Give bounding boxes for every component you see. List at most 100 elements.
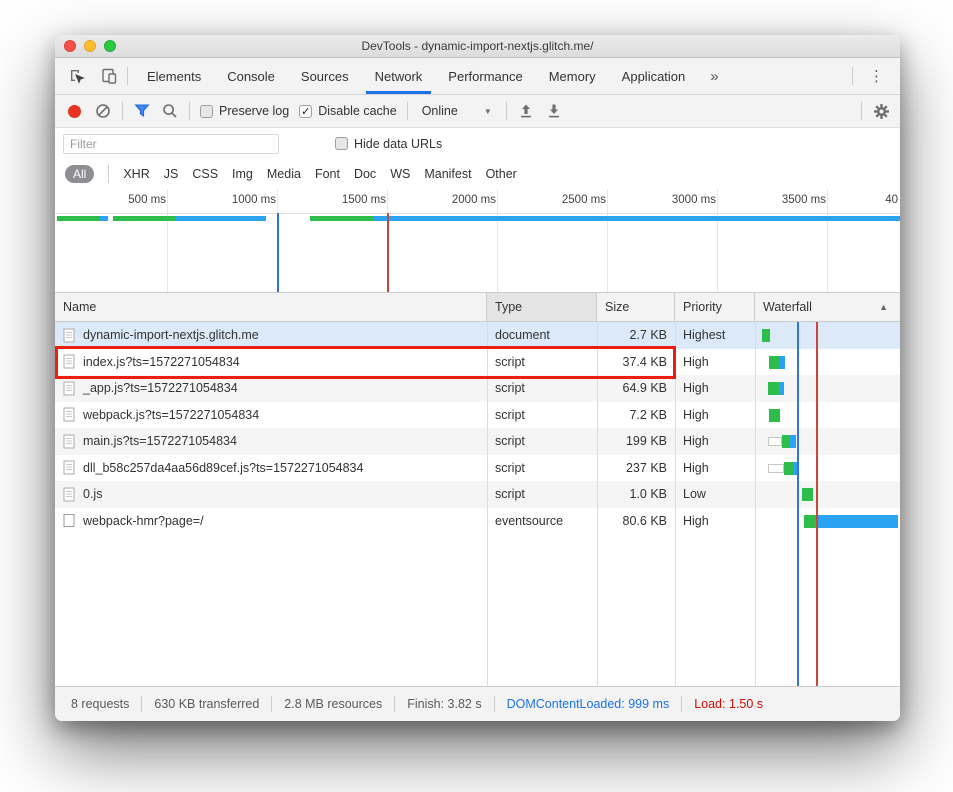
request-name: index.js?ts=1572271054834 [83,355,240,369]
divider [852,67,853,85]
document-icon [63,407,76,422]
filter-pill-img[interactable]: Img [232,167,253,181]
tab-console[interactable]: Console [214,58,288,94]
column-header-priority[interactable]: Priority [675,293,755,321]
search-icon[interactable] [161,102,179,120]
gridline [717,189,718,292]
tick-label: 3500 ms [782,194,826,206]
request-priority: High [675,508,755,535]
request-size: 7.2 KB [597,402,675,429]
request-name: dynamic-import-nextjs.glitch.me [83,328,259,342]
filter-input[interactable] [63,134,279,154]
divider [127,67,128,85]
titlebar: DevTools - dynamic-import-nextjs.glitch.… [55,35,900,58]
devtools-menu-icon[interactable]: ⋮ [863,67,890,85]
network-overview-timeline[interactable]: 500 ms 1000 ms 1500 ms 2000 ms 2500 ms 3… [55,189,900,293]
column-header-type[interactable]: Type [487,293,597,321]
table-row[interactable]: webpack-hmr?page=/ eventsource 80.6 KB H… [55,508,900,535]
document-icon [63,434,76,449]
column-divider[interactable] [487,322,488,686]
request-size: 2.7 KB [597,322,675,349]
table-row[interactable]: dynamic-import-nextjs.glitch.me document… [55,322,900,349]
filter-pill-ws[interactable]: WS [390,167,410,181]
document-icon [63,487,76,502]
settings-gear-icon[interactable] [872,102,890,120]
request-name: _app.js?ts=1572271054834 [83,381,238,395]
disable-cache-checkbox[interactable]: ✓ Disable cache [299,104,397,118]
request-type: script [487,428,597,455]
checkbox-checked: ✓ [299,105,312,118]
clear-network-log-icon[interactable] [94,102,112,120]
active-tab-indicator [366,91,432,94]
filter-pill-manifest[interactable]: Manifest [424,167,471,181]
waterfall-bar [755,481,900,508]
filter-pill-media[interactable]: Media [267,167,301,181]
inspect-element-icon[interactable] [65,64,89,88]
tab-sources[interactable]: Sources [288,58,362,94]
zoom-button[interactable] [104,40,116,52]
filter-pill-js[interactable]: JS [164,167,179,181]
column-divider[interactable] [755,322,756,686]
minimize-button[interactable] [84,40,96,52]
filter-pill-css[interactable]: CSS [192,167,218,181]
table-row[interactable]: dll_b58c257da4aa56d89cef.js?ts=157227105… [55,455,900,482]
filter-pill-xhr[interactable]: XHR [123,167,149,181]
gridline [497,189,498,292]
column-header-name[interactable]: Name [55,293,487,321]
table-row[interactable]: webpack.js?ts=1572271054834 script 7.2 K… [55,402,900,429]
sort-ascending-icon: ▲ [879,302,888,312]
table-row[interactable]: index.js?ts=1572271054834 script 37.4 KB… [55,349,900,376]
filter-pill-other[interactable]: Other [486,167,517,181]
tick-label: 3000 ms [672,194,716,206]
filter-pill-doc[interactable]: Doc [354,167,376,181]
request-type: script [487,481,597,508]
column-divider[interactable] [597,322,598,686]
table-row[interactable]: 0.js script 1.0 KB Low [55,481,900,508]
load-time: Load: 1.50 s [682,697,775,711]
throttling-value: Online [422,104,458,118]
record-network-log-button[interactable] [68,105,81,118]
request-size: 1.0 KB [597,481,675,508]
throttling-dropdown[interactable]: Online ▼ [418,104,496,118]
waterfall-bar [755,508,900,535]
request-priority: High [675,402,755,429]
divider [407,102,408,120]
request-type: script [487,455,597,482]
column-header-size[interactable]: Size [597,293,675,321]
request-type: script [487,402,597,429]
preserve-log-checkbox[interactable]: Preserve log [200,104,289,118]
network-toolbar: Preserve log ✓ Disable cache Online ▼ [55,95,900,128]
tab-elements[interactable]: Elements [134,58,214,94]
waterfall-bar [755,428,900,455]
tab-memory[interactable]: Memory [536,58,609,94]
request-size: 37.4 KB [597,349,675,376]
request-type: document [487,322,597,349]
toggle-device-toolbar-icon[interactable] [97,64,121,88]
divider [108,165,109,183]
table-row[interactable]: _app.js?ts=1572271054834 script 64.9 KB … [55,375,900,402]
filter-icon[interactable] [133,102,151,120]
gridline [827,189,828,292]
close-button[interactable] [64,40,76,52]
waterfall-bar [755,402,900,429]
divider [122,102,123,120]
waterfall-bar [755,349,900,376]
tab-application[interactable]: Application [609,58,699,94]
import-har-icon[interactable] [517,102,535,120]
more-tabs-icon[interactable]: » [698,58,730,94]
document-icon [63,354,76,369]
divider [861,102,862,120]
filter-pill-all[interactable]: All [65,165,94,183]
filter-pill-font[interactable]: Font [315,167,340,181]
request-name: dll_b58c257da4aa56d89cef.js?ts=157227105… [83,461,363,475]
resource-type-filters: All XHR JS CSS Img Media Font Doc WS Man… [55,159,900,189]
tick-label: 2000 ms [452,194,496,206]
table-row[interactable]: main.js?ts=1572271054834 script 199 KB H… [55,428,900,455]
tab-performance[interactable]: Performance [435,58,535,94]
column-divider[interactable] [675,322,676,686]
load-event-line [816,322,818,686]
hide-data-urls-checkbox[interactable]: Hide data URLs [335,137,442,151]
export-har-icon[interactable] [545,102,563,120]
tab-network[interactable]: Network [362,58,436,94]
column-header-waterfall[interactable]: Waterfall ▲ [755,293,900,321]
